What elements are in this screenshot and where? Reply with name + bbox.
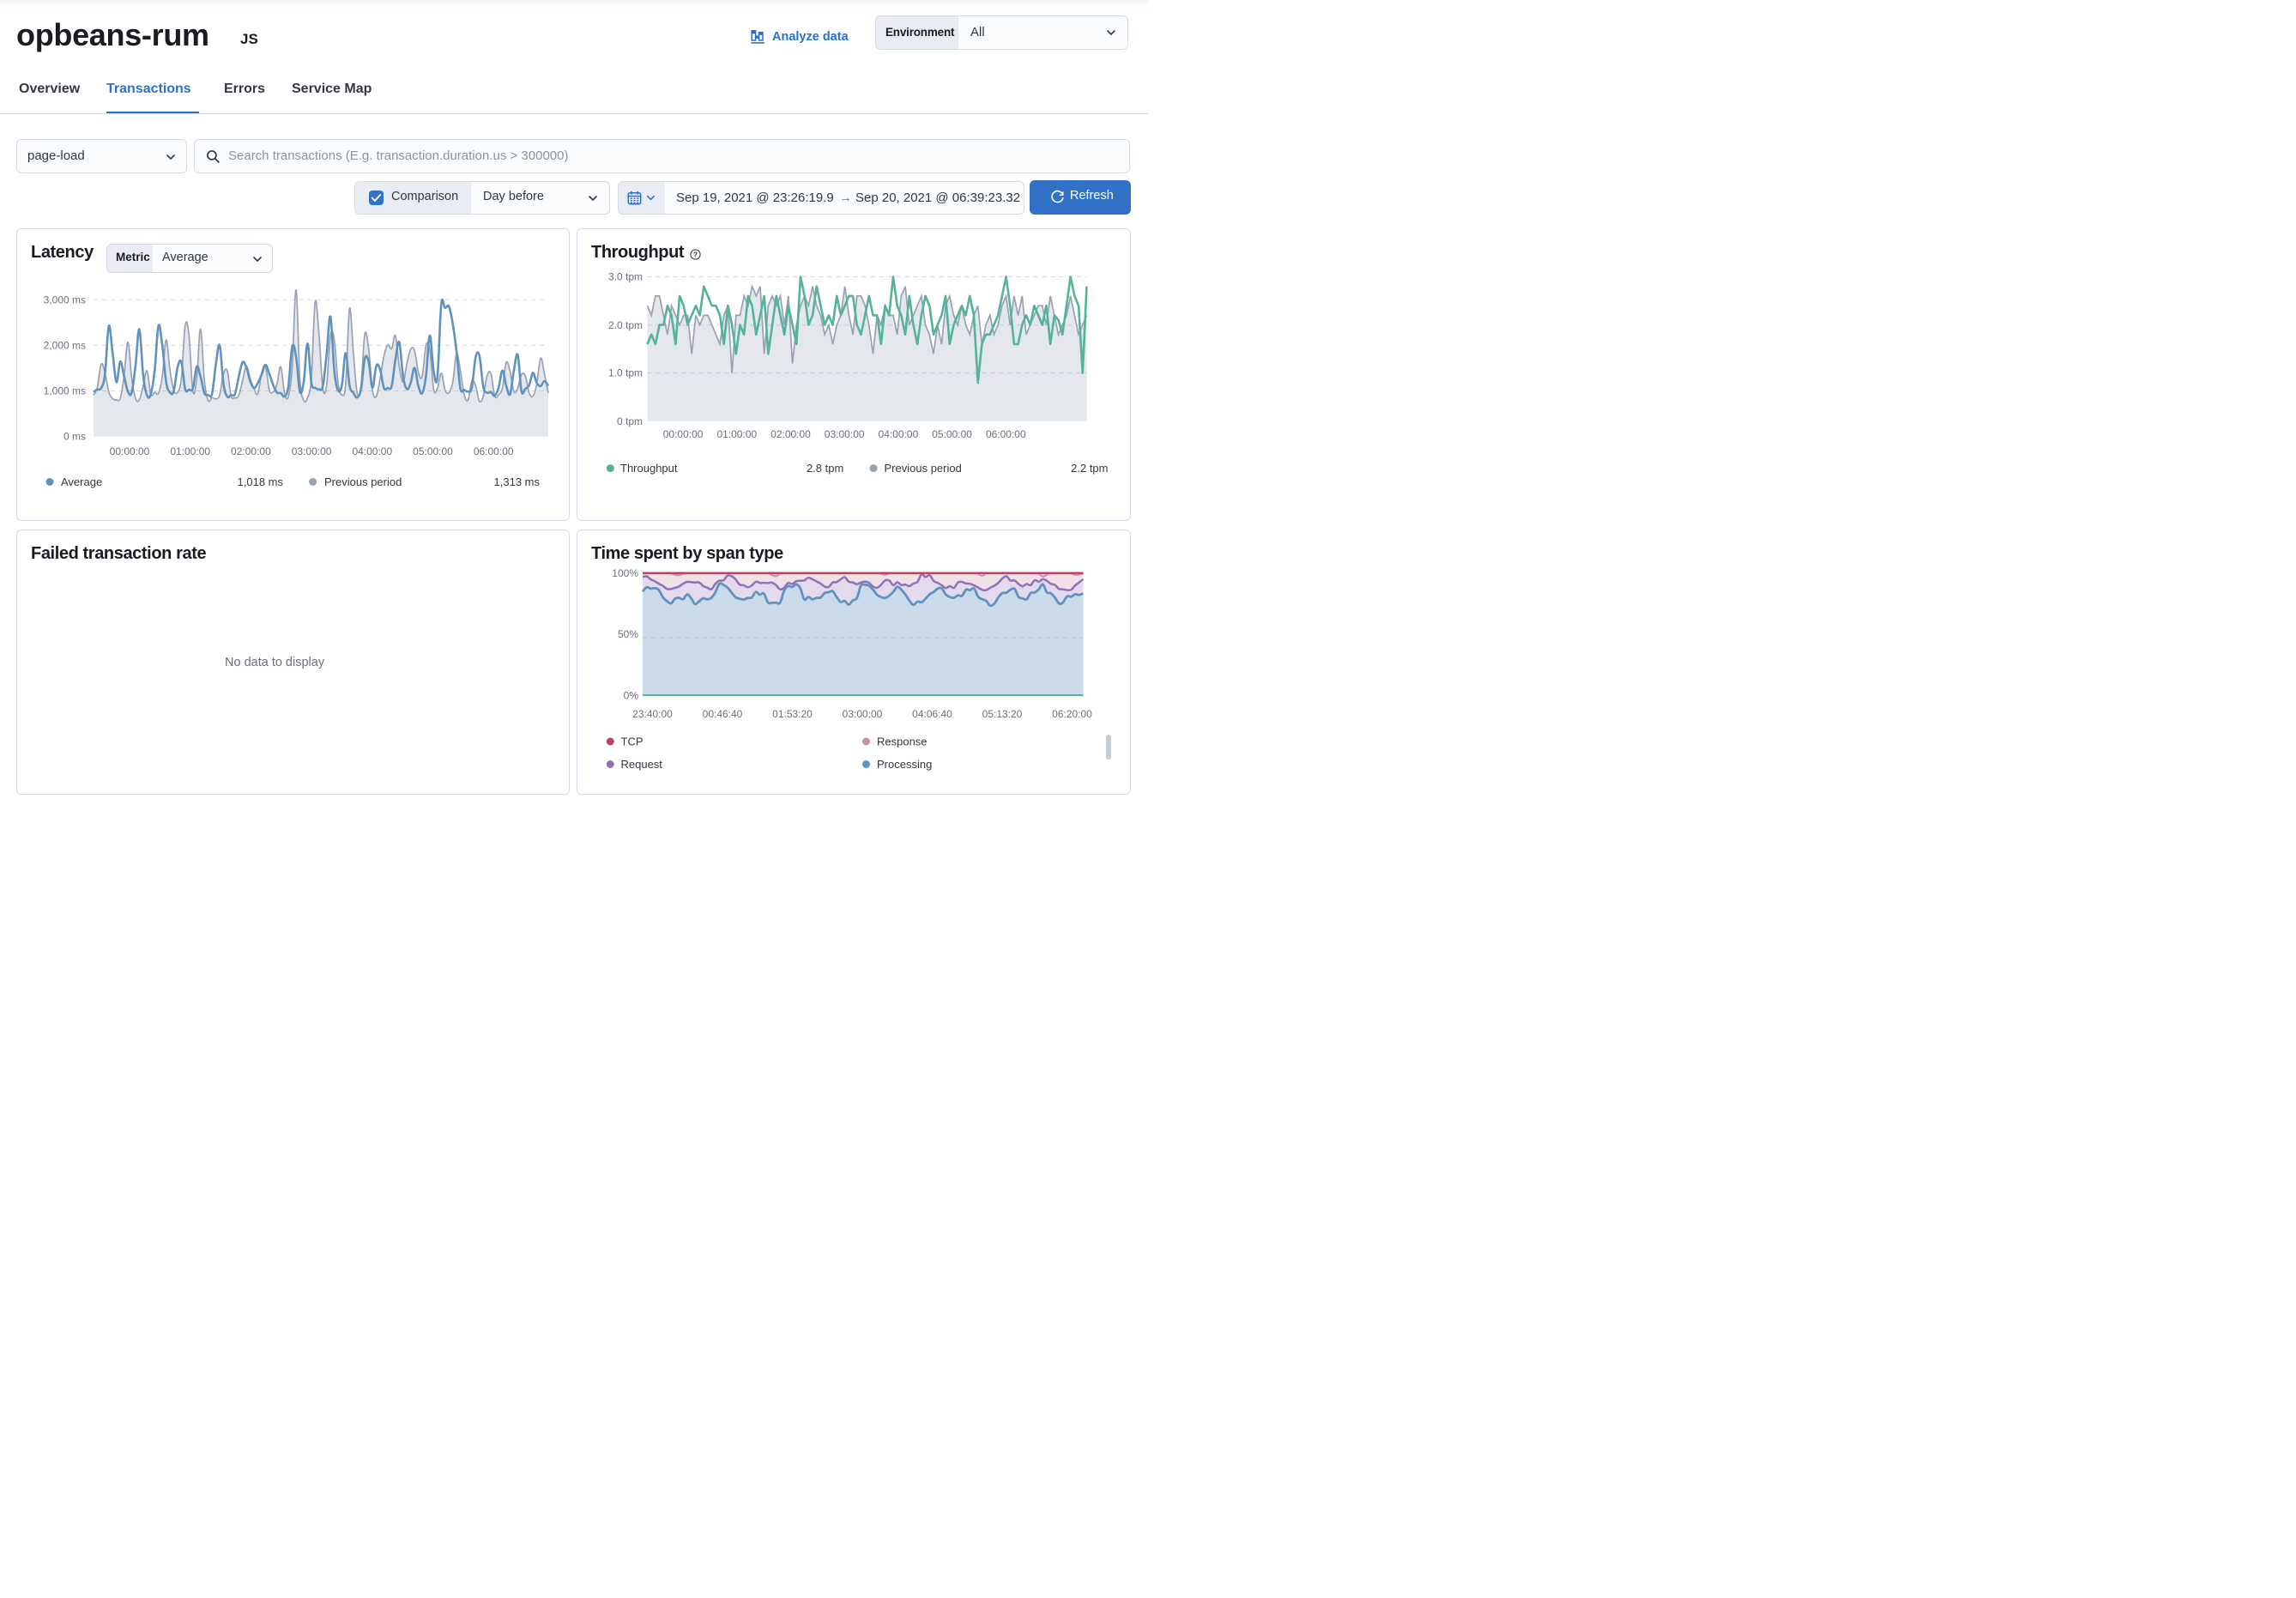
svg-text:04:00:00: 04:00:00 (352, 445, 392, 457)
svg-text:01:00:00: 01:00:00 (716, 428, 757, 440)
svg-text:Throughput: Throughput (620, 462, 678, 475)
svg-text:02:00:00: 02:00:00 (231, 445, 271, 457)
svg-text:0 ms: 0 ms (63, 431, 86, 443)
svg-text:1,313 ms: 1,313 ms (494, 475, 541, 488)
svg-text:06:00:00: 06:00:00 (474, 445, 514, 457)
svg-text:05:13:20: 05:13:20 (982, 708, 1023, 720)
svg-text:03:00:00: 03:00:00 (843, 708, 883, 720)
svg-text:00:46:40: 00:46:40 (703, 708, 743, 720)
svg-text:Previous period: Previous period (324, 475, 402, 488)
svg-text:Request: Request (621, 758, 663, 771)
svg-text:TCP: TCP (621, 735, 643, 748)
svg-text:Previous period: Previous period (885, 462, 962, 475)
svg-text:Average: Average (61, 475, 102, 488)
svg-text:Response: Response (877, 735, 927, 748)
svg-text:1,000 ms: 1,000 ms (44, 385, 86, 397)
svg-text:0 tpm: 0 tpm (617, 415, 643, 427)
svg-text:2.8 tpm: 2.8 tpm (807, 462, 843, 475)
svg-text:04:06:40: 04:06:40 (912, 708, 952, 720)
svg-text:04:00:00: 04:00:00 (879, 428, 919, 440)
svg-text:03:00:00: 03:00:00 (825, 428, 865, 440)
svg-text:05:00:00: 05:00:00 (413, 445, 453, 457)
svg-text:50%: 50% (618, 628, 638, 640)
svg-text:3.0 tpm: 3.0 tpm (608, 271, 643, 283)
svg-text:02:00:00: 02:00:00 (770, 428, 811, 440)
svg-text:1.0 tpm: 1.0 tpm (608, 367, 643, 379)
svg-text:2.0 tpm: 2.0 tpm (608, 319, 643, 331)
svg-text:01:53:20: 01:53:20 (772, 708, 813, 720)
svg-text:03:00:00: 03:00:00 (292, 445, 332, 457)
svg-text:2,000 ms: 2,000 ms (44, 339, 86, 351)
svg-text:3,000 ms: 3,000 ms (44, 294, 86, 306)
svg-text:01:00:00: 01:00:00 (170, 445, 210, 457)
svg-text:06:20:00: 06:20:00 (1052, 708, 1092, 720)
svg-text:00:00:00: 00:00:00 (663, 428, 704, 440)
svg-text:Processing: Processing (877, 758, 932, 771)
svg-text:05:00:00: 05:00:00 (932, 428, 972, 440)
svg-text:1,018 ms: 1,018 ms (238, 475, 284, 488)
svg-text:00:00:00: 00:00:00 (110, 445, 150, 457)
svg-text:06:00:00: 06:00:00 (986, 428, 1026, 440)
svg-text:100%: 100% (612, 567, 638, 579)
svg-text:23:40:00: 23:40:00 (632, 708, 673, 720)
svg-text:2.2 tpm: 2.2 tpm (1071, 462, 1108, 475)
svg-text:0%: 0% (624, 690, 639, 702)
